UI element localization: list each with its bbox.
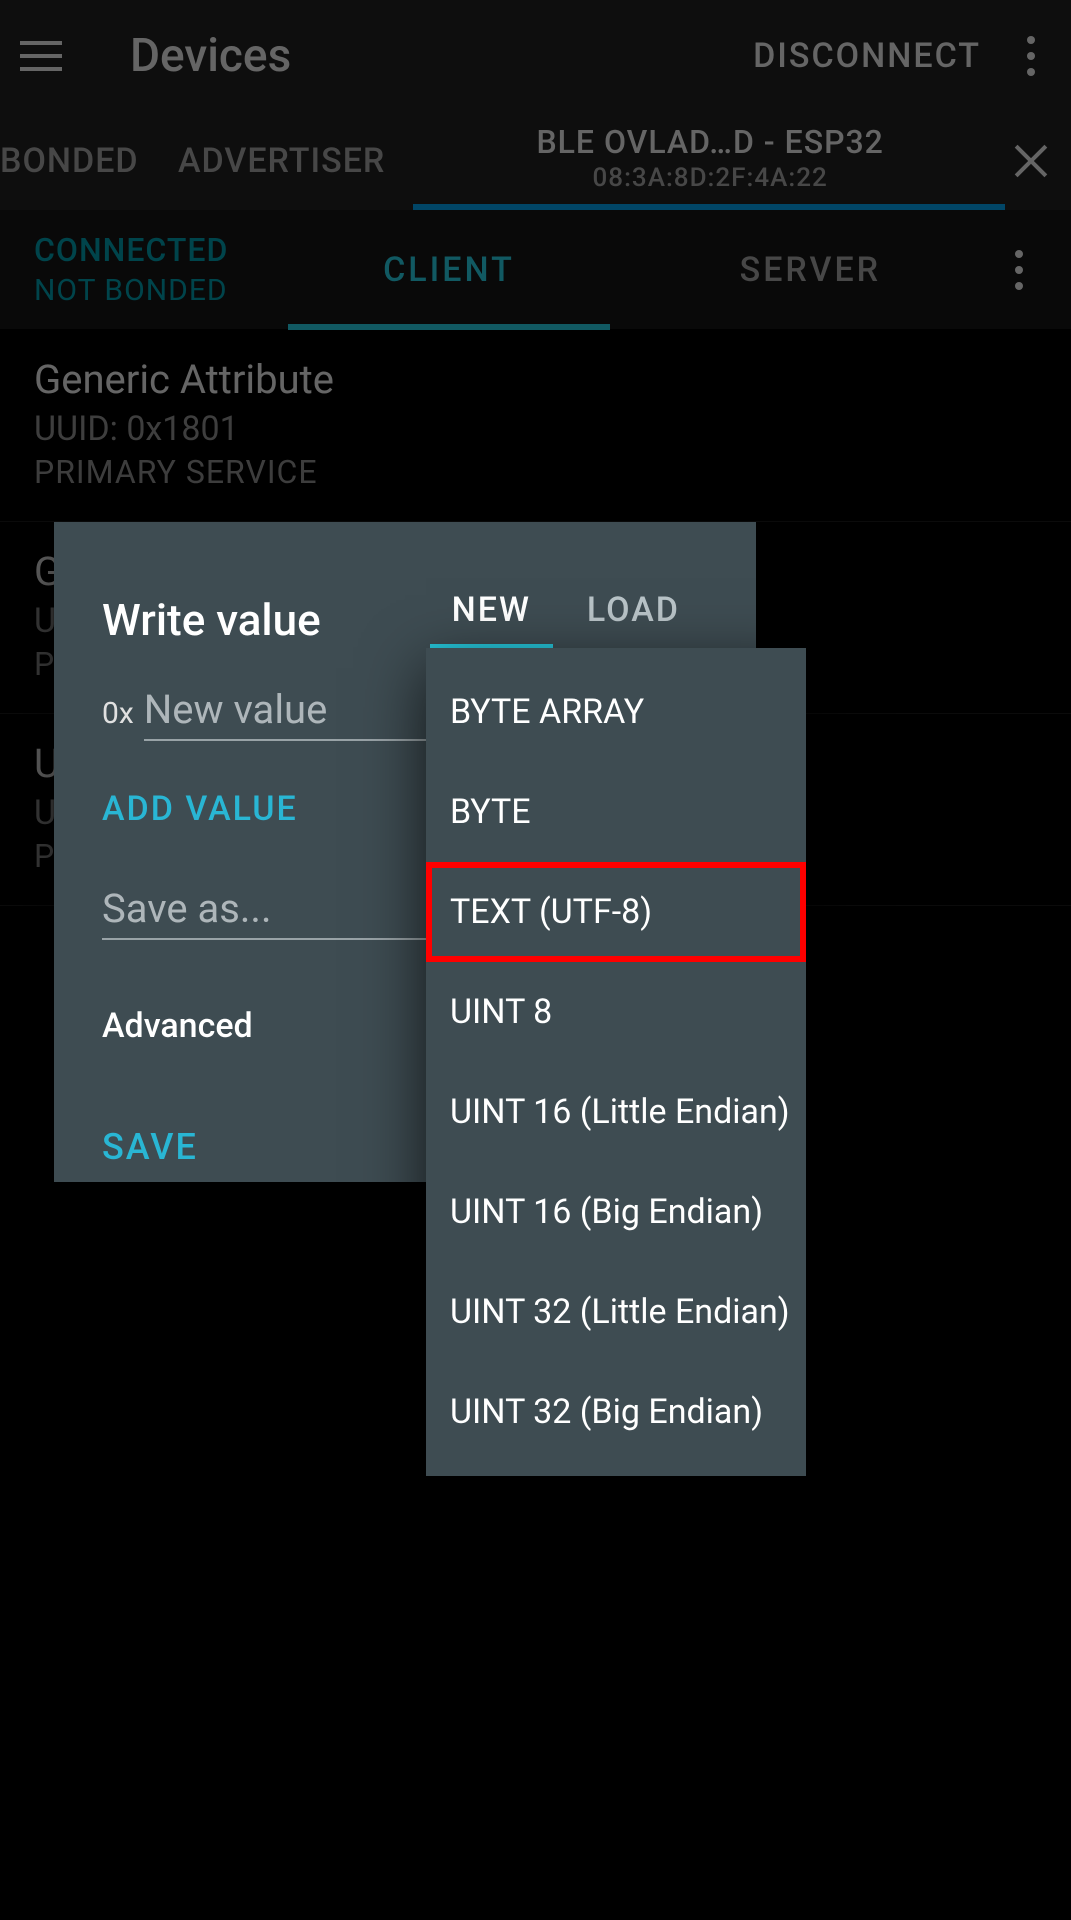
hex-prefix: 0x [102,696,134,741]
dropdown-item[interactable]: UINT 16 (Big Endian) [426,1162,806,1262]
dialog-title: Write value [102,594,424,646]
dialog-tabs: NEW LOAD [424,580,708,646]
dialog-header: Write value NEW LOAD [102,556,708,646]
type-dropdown: BYTE ARRAY BYTE TEXT (UTF-8) UINT 8 UINT… [426,648,806,1476]
dropdown-item[interactable]: UINT 16 (Little Endian) [426,1062,806,1162]
dialog-tab-load[interactable]: LOAD [559,580,708,646]
dropdown-item[interactable]: UINT 32 (Little Endian) [426,1262,806,1362]
dropdown-item[interactable]: UINT 8 [426,962,806,1062]
dropdown-item[interactable]: TEXT (UTF-8) [426,862,806,962]
dialog-tab-new[interactable]: NEW [424,580,559,646]
dropdown-item[interactable]: BYTE ARRAY [426,662,806,762]
dropdown-item[interactable]: UINT 32 (Big Endian) [426,1362,806,1462]
dropdown-item[interactable]: BYTE [426,762,806,862]
